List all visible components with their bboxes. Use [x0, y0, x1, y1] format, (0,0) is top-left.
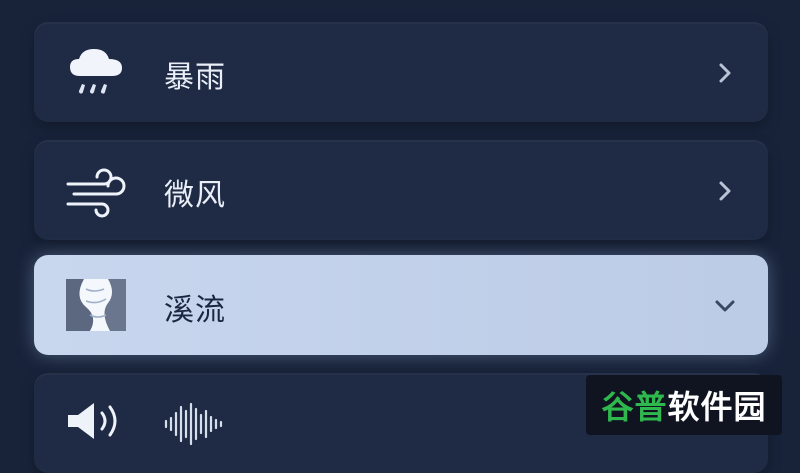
sound-item-stream[interactable]: 溪流	[34, 255, 768, 355]
stream-river-icon	[66, 279, 126, 331]
sound-item-breeze[interactable]: 微风	[34, 140, 768, 240]
watermark-logo: 谷普 软件园	[586, 375, 782, 435]
breeze-wind-icon	[66, 168, 126, 218]
watermark-part2: 软件园	[667, 388, 767, 426]
speaker-volume-icon	[68, 403, 117, 439]
sound-item-label: 微风	[164, 178, 226, 213]
chevron-down-icon[interactable]	[712, 293, 738, 319]
sound-item-label: 溪流	[164, 293, 226, 328]
heavy-rain-icon	[70, 49, 122, 94]
sound-item-label: 暴雨	[164, 60, 226, 95]
sound-item-heavy-rain[interactable]: 暴雨	[34, 22, 768, 122]
watermark-part1: 谷普	[601, 388, 668, 426]
chevron-right-icon[interactable]	[712, 60, 738, 86]
audio-waveform-icon	[164, 402, 223, 446]
chevron-right-icon[interactable]	[712, 178, 738, 204]
